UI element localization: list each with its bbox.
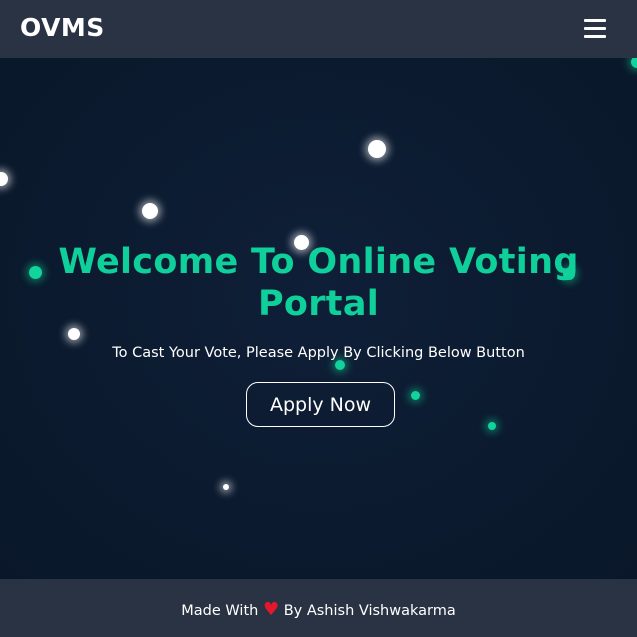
navbar: OVMS [0, 0, 637, 58]
footer: Made With ♥ By Ashish Vishwakarma [0, 579, 637, 637]
apply-now-button[interactable]: Apply Now [246, 382, 395, 427]
particle [488, 422, 496, 430]
menu-bar-bottom [584, 35, 606, 38]
particle [142, 203, 158, 219]
brand-logo[interactable]: OVMS [20, 12, 105, 44]
hero-subtitle: To Cast Your Vote, Please Apply By Click… [112, 345, 525, 361]
particle [368, 140, 386, 158]
heart-icon: ♥ [262, 599, 280, 620]
footer-author: By Ashish Vishwakarma [283, 603, 456, 619]
menu-bar-top [584, 19, 606, 22]
particle [68, 328, 80, 340]
hero-headline: Welcome To Online Voting Portal [58, 242, 579, 324]
particle [411, 391, 420, 400]
footer-made-with: Made With [181, 603, 259, 619]
particle [0, 172, 8, 186]
particle [223, 484, 229, 490]
hamburger-menu-icon[interactable] [580, 15, 610, 43]
particle [631, 58, 637, 68]
footer-credit: Made With ♥ By Ashish Vishwakarma [0, 599, 637, 622]
menu-bar-middle [584, 27, 606, 30]
hero-section: Welcome To Online Voting Portal To Cast … [0, 58, 637, 579]
